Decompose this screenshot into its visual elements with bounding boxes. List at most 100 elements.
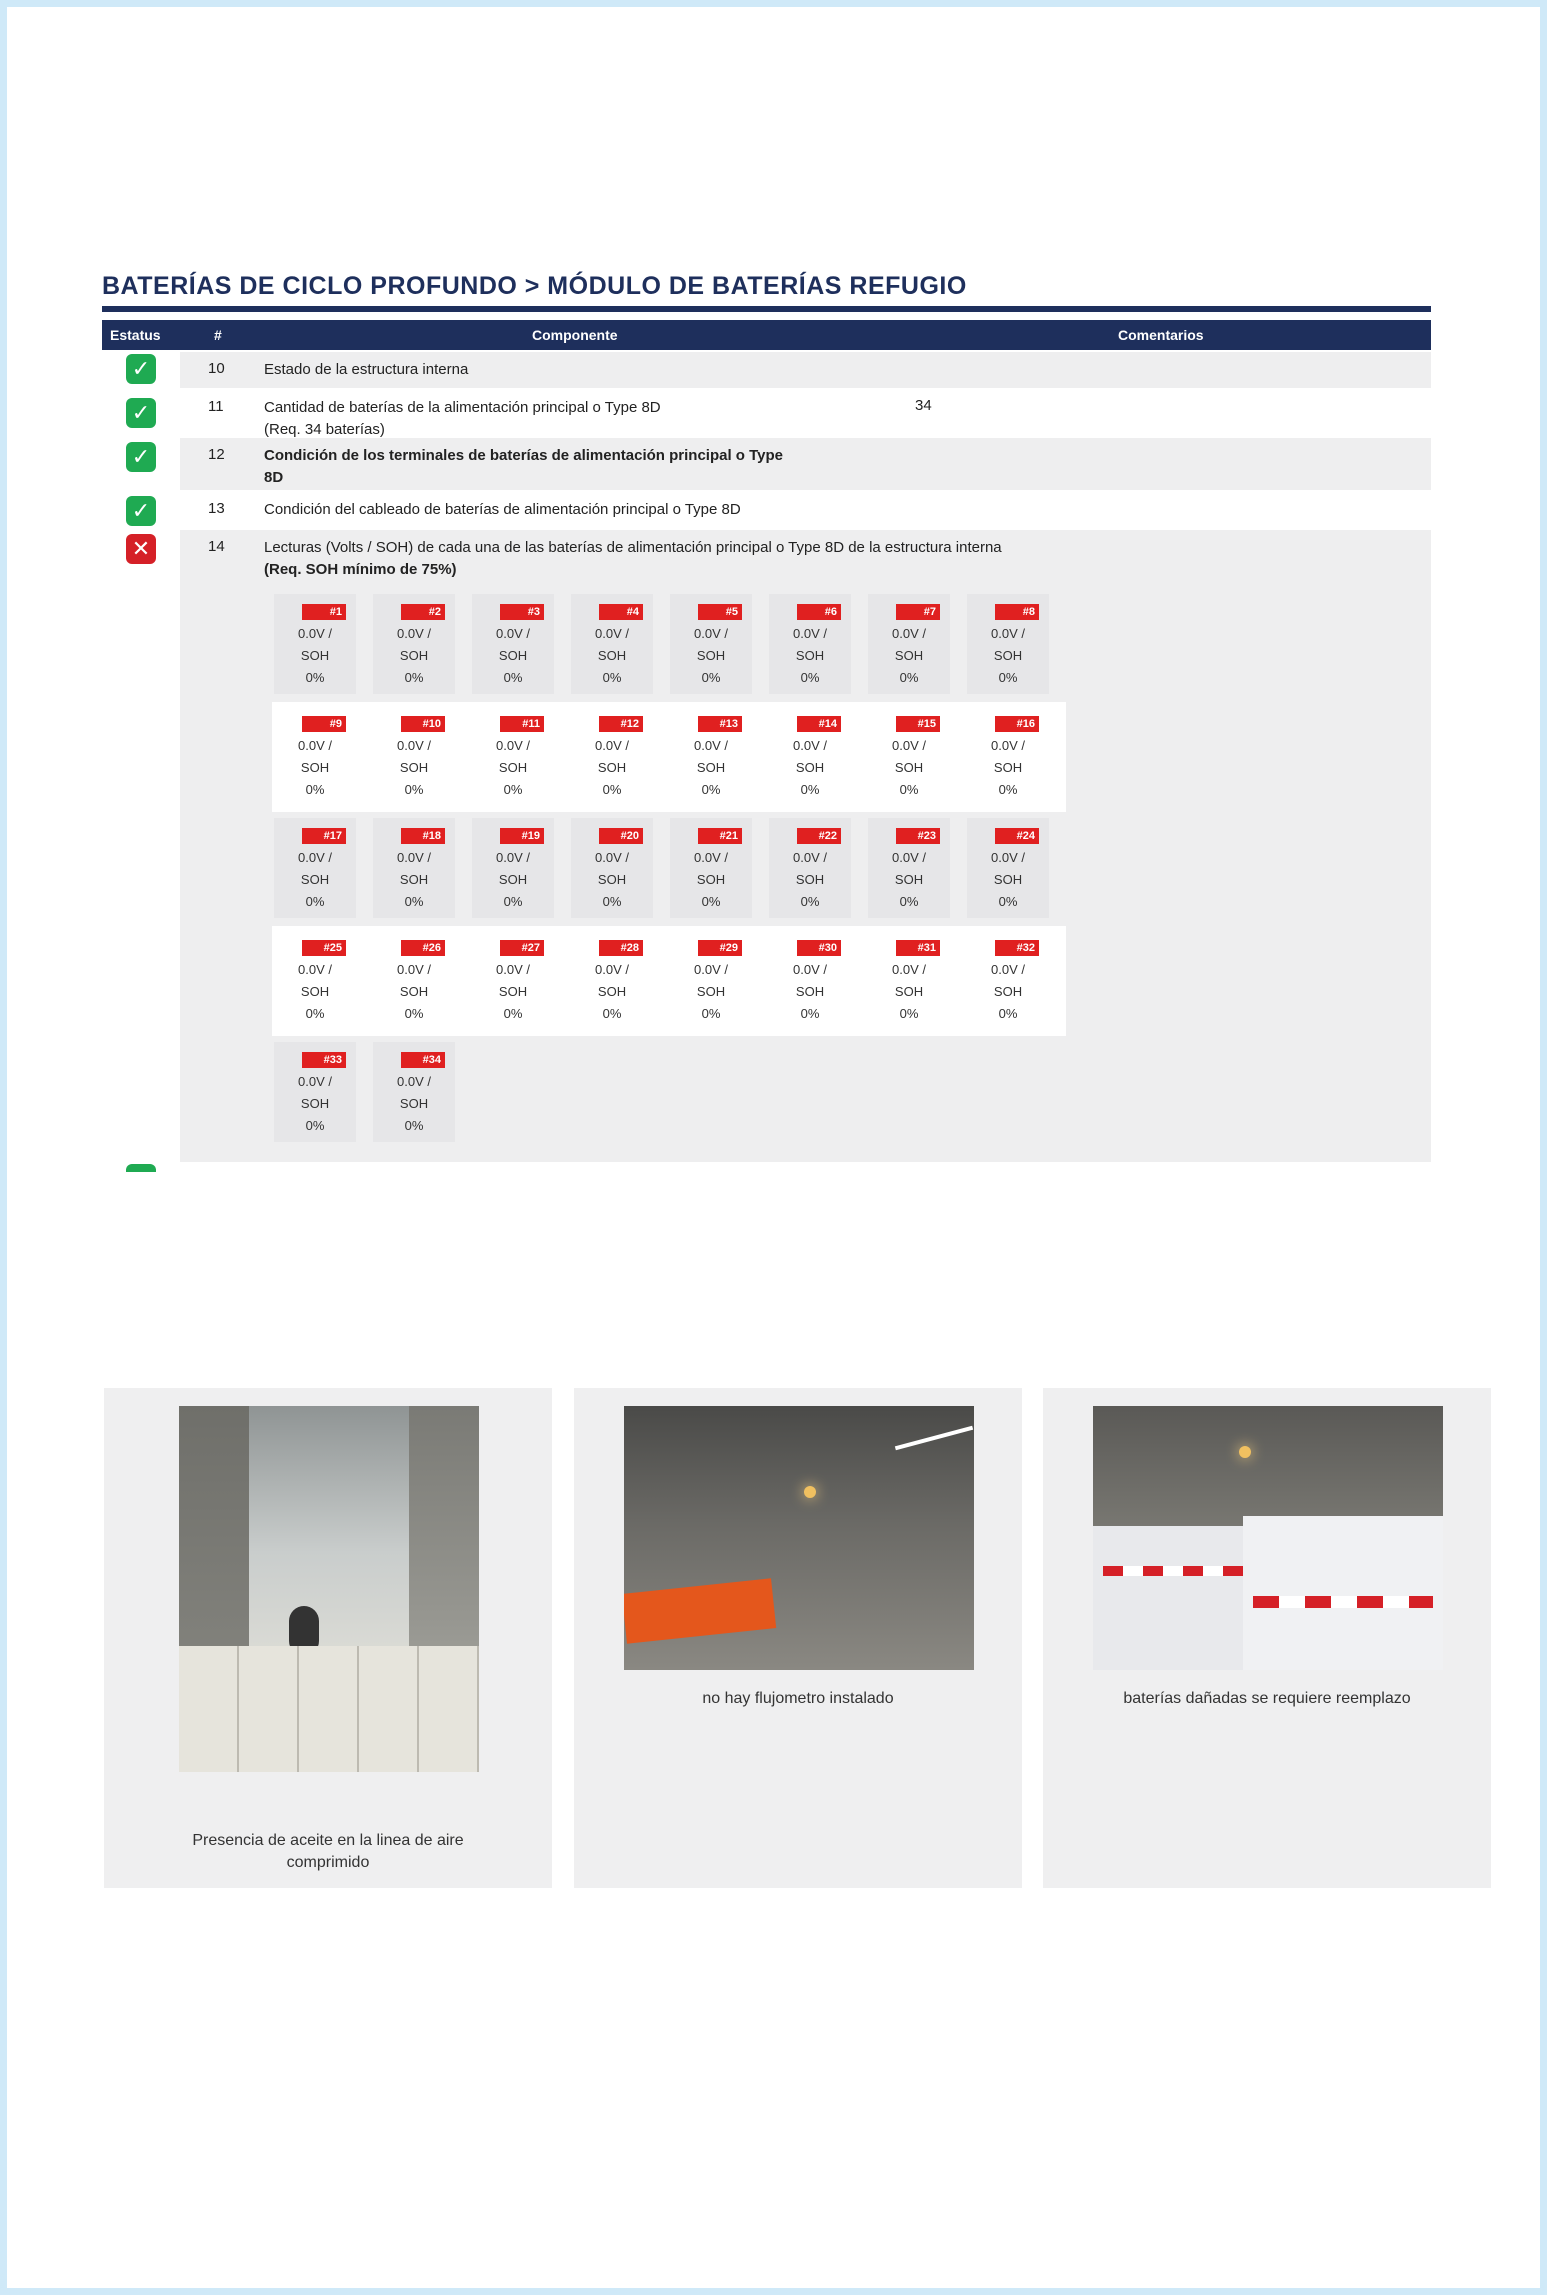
- battery-id-badge: #13: [698, 716, 742, 732]
- battery-soh-label: SOH: [993, 984, 1023, 999]
- battery-soh-label: SOH: [498, 648, 528, 663]
- battery-id-badge: #33: [302, 1052, 346, 1068]
- battery-id-badge: #11: [500, 716, 544, 732]
- battery-id-badge: #2: [401, 604, 445, 620]
- battery-soh-label: SOH: [696, 648, 726, 663]
- table-row: 13 Condición del cableado de baterías de…: [208, 500, 741, 518]
- status-ok-icon: ✓: [126, 354, 156, 384]
- battery-volt: 0.0V /: [793, 738, 827, 753]
- battery-soh-label: SOH: [399, 872, 429, 887]
- header-status: Estatus: [110, 327, 161, 343]
- battery-volt: 0.0V /: [496, 738, 530, 753]
- battery-soh-value: 0%: [899, 894, 919, 909]
- battery-soh-value: 0%: [800, 782, 820, 797]
- battery-volt: 0.0V /: [298, 738, 332, 753]
- battery-cell: #28 0.0V / SOH 0%: [571, 930, 653, 1030]
- battery-volt: 0.0V /: [298, 962, 332, 977]
- battery-soh-value: 0%: [701, 1006, 721, 1021]
- battery-soh-value: 0%: [899, 1006, 919, 1021]
- battery-id-badge: #26: [401, 940, 445, 956]
- battery-cell: #4 0.0V / SOH 0%: [571, 594, 653, 694]
- battery-id-badge: #34: [401, 1052, 445, 1068]
- battery-soh-label: SOH: [597, 984, 627, 999]
- battery-soh-label: SOH: [993, 872, 1023, 887]
- battery-id-badge: #4: [599, 604, 643, 620]
- battery-id-badge: #5: [698, 604, 742, 620]
- battery-soh-value: 0%: [899, 670, 919, 685]
- battery-volt: 0.0V /: [694, 962, 728, 977]
- battery-soh-label: SOH: [894, 648, 924, 663]
- battery-volt: 0.0V /: [397, 1074, 431, 1089]
- battery-cell: #16 0.0V / SOH 0%: [967, 706, 1049, 806]
- battery-cell: #24 0.0V / SOH 0%: [967, 818, 1049, 918]
- table-row: 10 Estado de la estructura interna: [180, 352, 1431, 388]
- battery-volt: 0.0V /: [298, 1074, 332, 1089]
- battery-soh-label: SOH: [300, 872, 330, 887]
- battery-soh-label: SOH: [696, 984, 726, 999]
- battery-id-badge: #22: [797, 828, 841, 844]
- battery-cell: #6 0.0V / SOH 0%: [769, 594, 851, 694]
- battery-cell: #31 0.0V / SOH 0%: [868, 930, 950, 1030]
- battery-soh-value: 0%: [602, 1006, 622, 1021]
- battery-cell: #7 0.0V / SOH 0%: [868, 594, 950, 694]
- battery-cell: #15 0.0V / SOH 0%: [868, 706, 950, 806]
- battery-soh-label: SOH: [795, 760, 825, 775]
- battery-volt: 0.0V /: [595, 626, 629, 641]
- battery-cell: #23 0.0V / SOH 0%: [868, 818, 950, 918]
- table-row: 11 Cantidad de baterías de la alimentaci…: [208, 397, 932, 438]
- battery-volt: 0.0V /: [595, 962, 629, 977]
- photo-flowmeter: [624, 1406, 974, 1670]
- battery-cell: #26 0.0V / SOH 0%: [373, 930, 455, 1030]
- battery-volt: 0.0V /: [496, 962, 530, 977]
- battery-id-badge: #16: [995, 716, 1039, 732]
- photo-card: Presencia de aceite en la linea de aire …: [104, 1388, 552, 1888]
- battery-id-badge: #8: [995, 604, 1039, 620]
- battery-volt: 0.0V /: [892, 962, 926, 977]
- battery-soh-label: SOH: [795, 648, 825, 663]
- battery-soh-label: SOH: [696, 872, 726, 887]
- battery-soh-label: SOH: [894, 984, 924, 999]
- battery-id-badge: #9: [302, 716, 346, 732]
- battery-soh-label: SOH: [597, 872, 627, 887]
- battery-soh-value: 0%: [602, 894, 622, 909]
- battery-id-badge: #3: [500, 604, 544, 620]
- battery-volt: 0.0V /: [595, 738, 629, 753]
- battery-id-badge: #24: [995, 828, 1039, 844]
- battery-volt: 0.0V /: [694, 626, 728, 641]
- battery-cell: #17 0.0V / SOH 0%: [274, 818, 356, 918]
- header-comment: Comentarios: [1118, 327, 1204, 343]
- battery-soh-value: 0%: [998, 894, 1018, 909]
- battery-cell: #14 0.0V / SOH 0%: [769, 706, 851, 806]
- battery-cell: #18 0.0V / SOH 0%: [373, 818, 455, 918]
- battery-soh-label: SOH: [696, 760, 726, 775]
- battery-cell: #1 0.0V / SOH 0%: [274, 594, 356, 694]
- battery-volt: 0.0V /: [892, 626, 926, 641]
- battery-soh-value: 0%: [404, 894, 424, 909]
- battery-volt: 0.0V /: [694, 738, 728, 753]
- battery-cell: #29 0.0V / SOH 0%: [670, 930, 752, 1030]
- battery-id-badge: #25: [302, 940, 346, 956]
- battery-soh-label: SOH: [894, 760, 924, 775]
- battery-volt: 0.0V /: [595, 850, 629, 865]
- title-rule: [102, 306, 1431, 312]
- battery-cell: #10 0.0V / SOH 0%: [373, 706, 455, 806]
- battery-cell: #2 0.0V / SOH 0%: [373, 594, 455, 694]
- battery-volt: 0.0V /: [991, 850, 1025, 865]
- battery-id-badge: #27: [500, 940, 544, 956]
- battery-volt: 0.0V /: [892, 850, 926, 865]
- battery-id-badge: #21: [698, 828, 742, 844]
- battery-volt: 0.0V /: [793, 850, 827, 865]
- battery-cell: #5 0.0V / SOH 0%: [670, 594, 752, 694]
- battery-soh-value: 0%: [800, 670, 820, 685]
- battery-soh-label: SOH: [399, 984, 429, 999]
- battery-volt: 0.0V /: [892, 738, 926, 753]
- battery-cell: #22 0.0V / SOH 0%: [769, 818, 851, 918]
- battery-id-badge: #31: [896, 940, 940, 956]
- battery-soh-label: SOH: [300, 760, 330, 775]
- battery-soh-value: 0%: [305, 782, 325, 797]
- battery-soh-value: 0%: [305, 894, 325, 909]
- battery-soh-value: 0%: [305, 1118, 325, 1133]
- battery-volt: 0.0V /: [298, 850, 332, 865]
- photo-caption: baterías dañadas se requiere reemplazo: [1123, 1690, 1411, 1707]
- battery-volt: 0.0V /: [397, 962, 431, 977]
